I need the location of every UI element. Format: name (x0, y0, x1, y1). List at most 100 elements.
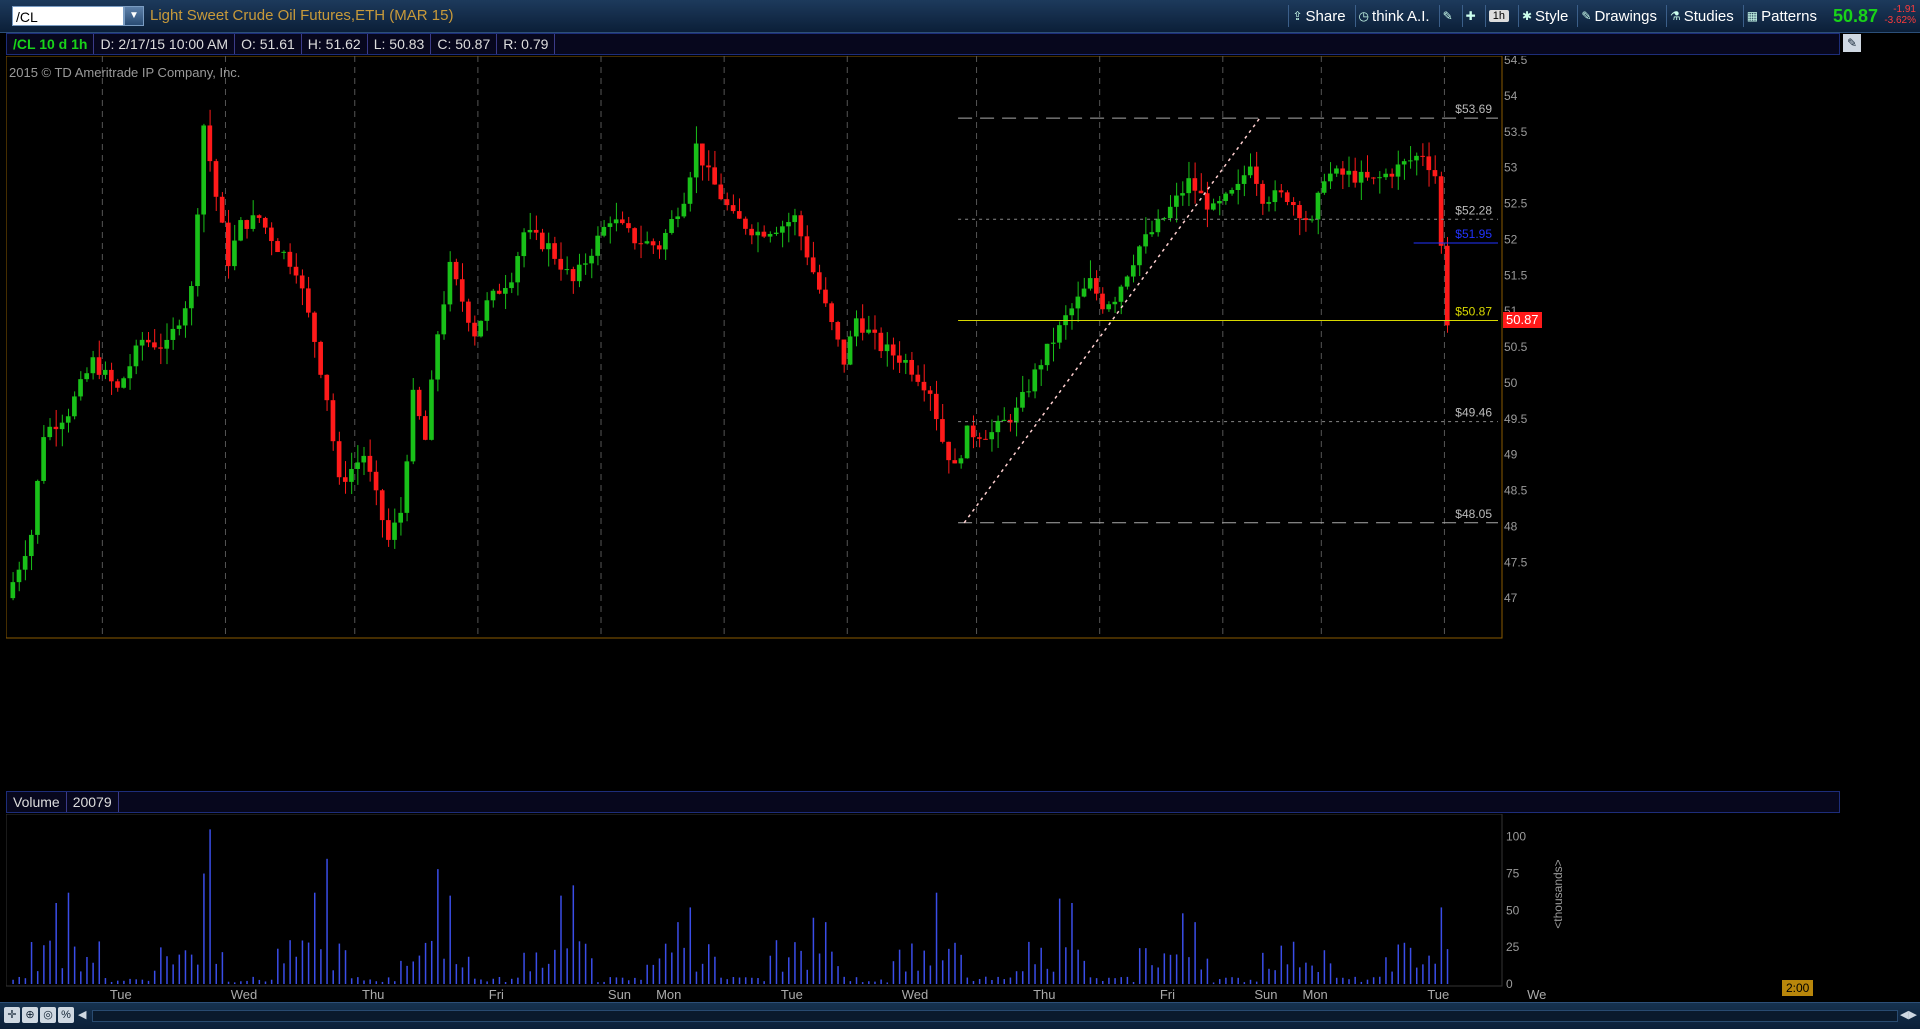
volume-bar (905, 971, 907, 984)
share-button-label: Share (1305, 7, 1346, 25)
volume-bar (437, 869, 439, 984)
candle-body (459, 279, 465, 302)
volume-bar (492, 978, 495, 984)
candle-body (601, 226, 607, 236)
horizontal-scrollbar[interactable] (92, 1010, 1898, 1022)
candle-body (915, 374, 921, 382)
volume-bar (1052, 971, 1055, 984)
volume-bar (658, 958, 661, 984)
volume-bar (763, 981, 765, 984)
symbol-dropdown-button[interactable]: ▼ (124, 6, 144, 26)
volume-bar (375, 981, 378, 984)
candle-body (379, 490, 385, 521)
candle-body (53, 426, 59, 430)
symbol-input[interactable]: /CL (12, 6, 124, 26)
volume-bar (1169, 954, 1172, 984)
chart-symbol-label[interactable]: /CL 10 d 1h (7, 34, 95, 54)
candle-body (330, 400, 336, 442)
volume-bar (547, 963, 550, 984)
volume-bar (1274, 970, 1276, 984)
magnifier-icon[interactable]: ◎ (40, 1007, 56, 1023)
volume-bar (843, 976, 845, 984)
volume-bar (1089, 977, 1092, 984)
candle-body (182, 308, 188, 326)
candle-body (1050, 342, 1056, 344)
volume-bar (849, 981, 852, 984)
volume-bar (781, 971, 784, 984)
candle-body (1155, 218, 1161, 233)
drawing-tools-button[interactable]: ✎ (1438, 5, 1456, 27)
volume-bar (1003, 979, 1006, 984)
drawings-button[interactable]: ✎ Drawings (1577, 5, 1660, 27)
share-button[interactable]: ⇪ Share (1288, 5, 1348, 27)
volume-bar (1206, 958, 1209, 984)
scroll-left-icon[interactable]: ◀ (78, 1008, 86, 1021)
volume-bar (1108, 977, 1110, 984)
volume-bar (197, 964, 199, 984)
candle-body (1210, 203, 1216, 210)
candle-body (650, 241, 656, 246)
candle-body (1254, 166, 1259, 184)
volume-bar (794, 942, 796, 984)
volume-bar (1255, 981, 1258, 984)
zoom-icon[interactable]: ⊕ (22, 1007, 38, 1023)
time-axis-label: Tue (110, 987, 132, 1000)
style-button[interactable]: ✱ Style (1517, 5, 1571, 27)
studies-button-label: Studies (1683, 7, 1734, 25)
price-tick-label: 50.5 (1504, 340, 1528, 354)
timeframe-button[interactable]: 1h (1484, 5, 1512, 27)
candle-body (503, 288, 508, 294)
crosshair-icon[interactable]: ✛ (4, 1007, 20, 1023)
candle-body (1118, 286, 1124, 302)
gear-icon: ✱ (1521, 9, 1533, 23)
candle-body (121, 378, 126, 388)
ohlc-info-bar: /CL 10 d 1h D: 2/17/15 10:00 AM O: 51.61… (6, 33, 1840, 55)
studies-button[interactable]: ⚗ Studies (1665, 5, 1737, 27)
candle-body (306, 288, 311, 313)
volume-bar (400, 960, 402, 984)
volume-bar (664, 943, 667, 984)
volume-bar (326, 858, 328, 984)
patterns-button[interactable]: ▦ Patterns (1742, 5, 1820, 27)
candle-body (281, 251, 287, 253)
pencil-icon: ✎ (1442, 9, 1453, 23)
style-button-label: Style (1535, 7, 1569, 25)
time-axis-label: Sun (608, 987, 631, 1000)
time-axis-label: Sun (1254, 987, 1277, 1000)
volume-bar (1428, 955, 1430, 984)
volume-bar (203, 873, 205, 984)
volume-chart[interactable]: 0 25 50 75 100 <thousands> Tue Wed Thu Fri Sun Mon T… (6, 814, 1920, 1000)
settings-button[interactable]: ✚ (1461, 5, 1479, 27)
candle-body (133, 345, 139, 367)
volume-bar (1040, 947, 1042, 984)
candle-body (1389, 173, 1395, 177)
volume-bar (486, 981, 488, 984)
volume-bar (1015, 971, 1018, 984)
candle-body (361, 455, 367, 463)
price-chart[interactable]: 4747.54848.54949.55050.55151.55252.55353… (6, 56, 1840, 782)
volume-bar (104, 978, 107, 984)
volume-bar (584, 943, 587, 984)
percent-icon[interactable]: % (58, 1007, 74, 1023)
volume-bar (67, 892, 70, 984)
candle-body (47, 426, 53, 438)
volume-bar (861, 982, 864, 984)
high-readout: H: 51.62 (302, 34, 368, 54)
scroll-right-icon[interactable]: ◀▶ (1900, 1008, 1917, 1021)
volume-bar (474, 978, 476, 984)
candle-body (96, 357, 102, 375)
candle-body (422, 416, 428, 440)
think-ai-button[interactable]: ◷ think A.I. (1354, 5, 1433, 27)
volume-bar (1440, 907, 1443, 984)
volume-bar (880, 979, 882, 984)
volume-bar (277, 948, 279, 984)
candle-body (1075, 296, 1081, 309)
candle-body (269, 227, 274, 242)
volume-bar (504, 982, 507, 984)
price-level-label: $50.87 (1455, 304, 1492, 318)
candle-body (78, 379, 83, 397)
chart-tools-icon[interactable]: ✎ (1843, 34, 1861, 52)
volume-bar (129, 978, 131, 984)
candle-body (10, 582, 16, 599)
volume-bar (911, 943, 913, 984)
